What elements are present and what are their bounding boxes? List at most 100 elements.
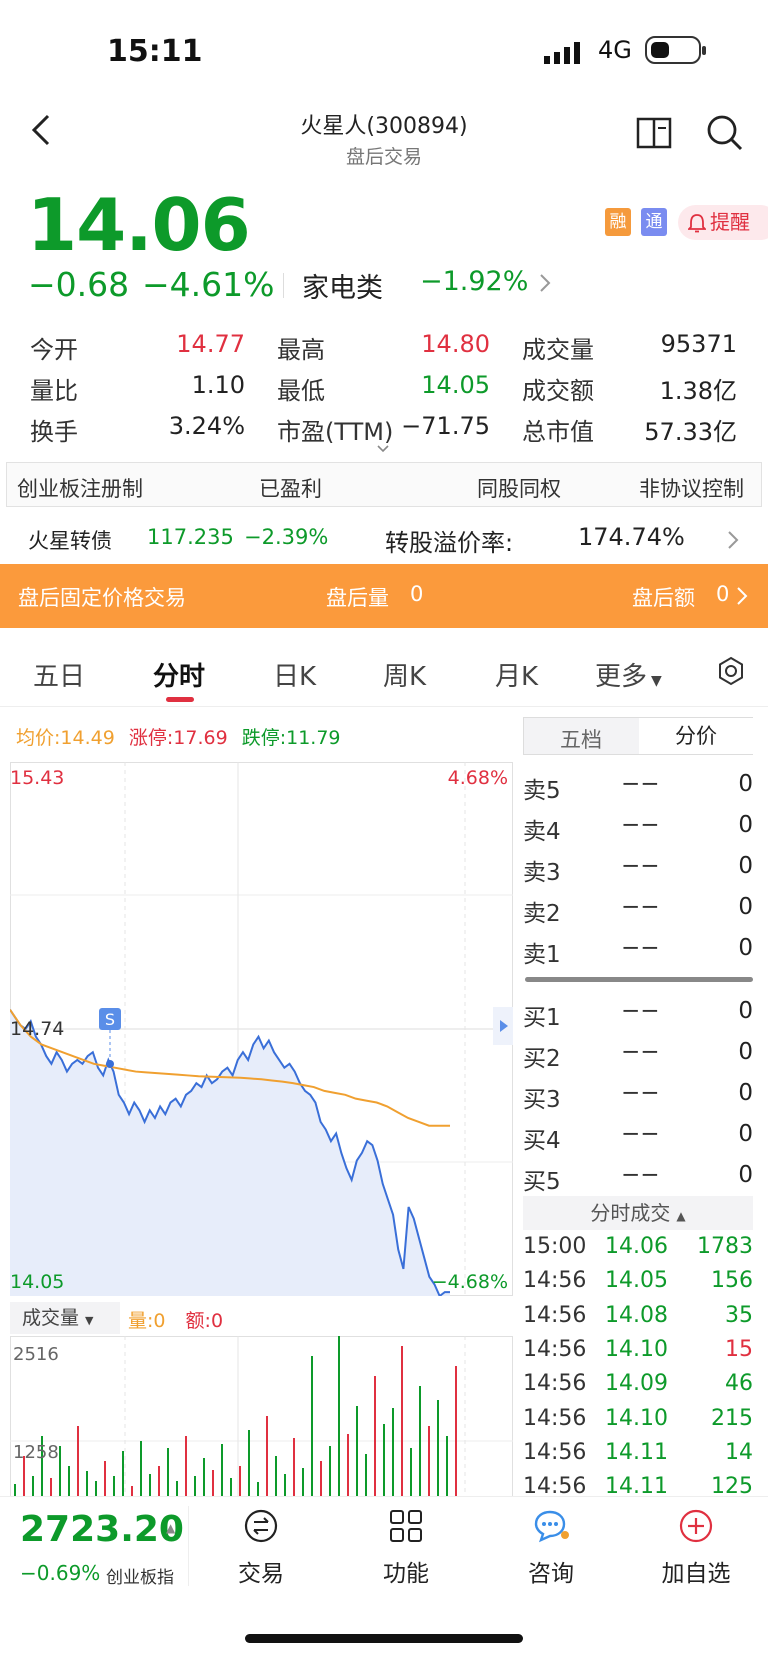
orderbook-label: 买3	[523, 1087, 561, 1113]
tab-daily-k[interactable]: 日K	[273, 656, 316, 693]
stat-label: 量比	[30, 377, 78, 405]
orderbook-row[interactable]: 买3 −− 0	[523, 1074, 753, 1115]
limit-down-value: 11.79	[286, 727, 341, 749]
chart-info: 均价:14.49 涨停:17.69 跌停:11.79	[16, 723, 341, 750]
volume-bar	[122, 1451, 124, 1496]
orderbook-row[interactable]: 卖5 −− 0	[523, 765, 753, 806]
orderbook-row[interactable]: 买1 −− 0	[523, 992, 753, 1033]
index-name: 创业板指	[106, 1568, 174, 1588]
volume-bar	[365, 1454, 367, 1496]
chevron-right-icon[interactable]	[538, 272, 552, 294]
volume-bar	[221, 1444, 223, 1496]
remind-button[interactable]: 提醒	[678, 205, 768, 240]
price-change: −0.68	[28, 265, 130, 304]
volume-bar	[113, 1476, 115, 1496]
volume-bar	[410, 1448, 412, 1496]
orderbook-row[interactable]: 卖3 −− 0	[523, 847, 753, 888]
tab-five-day[interactable]: 五日	[33, 656, 85, 693]
trade-vol: 46	[725, 1371, 753, 1397]
volume-bar	[320, 1461, 322, 1496]
orderbook-vol: 0	[738, 771, 753, 797]
tab-weekly-k[interactable]: 周K	[383, 656, 426, 693]
orderbook-price: −−	[621, 1080, 660, 1106]
index-widget[interactable]: 2723.20 ▲ −0.69% 创业板指	[0, 1497, 188, 1588]
nav-trade[interactable]: 交易	[211, 1508, 311, 1588]
volume-bar	[185, 1436, 187, 1496]
limit-down-label: 跌停:	[241, 727, 287, 749]
book-icon[interactable]	[636, 116, 672, 150]
settings-icon[interactable]	[716, 656, 746, 686]
trade-price: 14.05	[605, 1268, 668, 1294]
tag-item[interactable]: 创业板注册制	[17, 473, 143, 503]
nav-add-watchlist[interactable]: 加自选	[646, 1508, 746, 1588]
after-hours-banner[interactable]: 盘后固定价格交易 盘后量 0 盘后额 0	[0, 564, 768, 628]
tag-item[interactable]: 非协议控制	[639, 473, 744, 503]
volume-bar	[293, 1438, 295, 1496]
orderbook-toggle: 五档 分价	[523, 717, 753, 755]
after-hours-amt-label: 盘后额	[632, 586, 695, 610]
nav-functions[interactable]: 功能	[356, 1508, 456, 1588]
volume-bar	[14, 1484, 16, 1496]
intraday-price-chart[interactable]: 15.43 4.68% 14.74 14.05 −4.68% S	[10, 762, 513, 1296]
trade-time: 14:56	[523, 1405, 587, 1431]
tag-item[interactable]: 已盈利	[259, 473, 322, 503]
trades-title: 分时成交	[590, 1201, 671, 1225]
orderbook-label: 卖2	[523, 901, 561, 927]
chat-icon	[534, 1510, 569, 1543]
trade-price: 14.09	[605, 1371, 668, 1397]
trade-time: 14:56	[523, 1336, 587, 1362]
sector-name[interactable]: 家电类	[302, 266, 383, 305]
trade-row: 14:56 14.09 46	[523, 1369, 753, 1403]
trade-price: 14.10	[605, 1405, 668, 1431]
y-tick-mid-left: 14.74	[10, 1018, 64, 1040]
orderbook-label: 买5	[523, 1169, 561, 1195]
volume-bar	[131, 1486, 133, 1496]
vol-value: 0	[153, 1310, 166, 1332]
volume-bar	[230, 1478, 232, 1496]
tab-intraday[interactable]: 分时	[153, 656, 205, 693]
y-tick-bottom-right: −4.68%	[432, 1271, 508, 1293]
nav-consult[interactable]: 咨询	[501, 1508, 601, 1588]
tab-more[interactable]: 更多 ▼	[595, 656, 662, 693]
trade-time: 14:56	[523, 1302, 587, 1328]
orderbook-row[interactable]: 卖2 −− 0	[523, 888, 753, 929]
volume-selector[interactable]: 成交量 ▼	[10, 1302, 120, 1334]
volume-chart[interactable]: 2516 1258	[10, 1336, 513, 1496]
stat-label: 市盈(TTM)	[277, 418, 394, 446]
search-icon[interactable]	[706, 114, 744, 152]
trade-time: 14:56	[523, 1371, 587, 1397]
volume-bar	[257, 1482, 259, 1496]
volume-bar	[356, 1406, 358, 1496]
orderbook-vol: 0	[738, 1162, 753, 1188]
caret-down-icon: ▼	[651, 673, 662, 689]
orderbook-label: 买2	[523, 1046, 561, 1072]
tab-five-levels[interactable]: 五档	[524, 724, 638, 754]
amt-value: 0	[210, 1310, 224, 1332]
trade-vol: 215	[711, 1405, 753, 1431]
convertible-bond-row[interactable]: 火星转债 117.235 −2.39% 转股溢价率: 174.74%	[0, 515, 768, 560]
tag-item[interactable]: 同股同权	[477, 473, 561, 503]
volume-bar	[437, 1400, 439, 1496]
stat-value: 57.33亿	[644, 418, 737, 446]
trade-time: 15:00	[523, 1234, 587, 1259]
price-change-pct: −4.61%	[142, 265, 275, 304]
orderbook-vol: 0	[738, 1039, 753, 1065]
trades-header[interactable]: 分时成交 ▲	[523, 1196, 753, 1230]
expand-arrow-icon[interactable]	[493, 1007, 513, 1045]
volume-tick-max: 2516	[13, 1344, 59, 1365]
divider	[188, 1506, 189, 1586]
tab-monthly-k[interactable]: 月K	[495, 656, 538, 693]
premium-label: 转股溢价率:	[385, 529, 514, 557]
expand-icon[interactable]	[376, 444, 390, 454]
volume-selector-label: 成交量	[22, 1307, 80, 1329]
orderbook-row[interactable]: 卖4 −− 0	[523, 806, 753, 847]
trade-row: 14:56 14.08 35	[523, 1301, 753, 1335]
orderbook-row[interactable]: 买4 −− 0	[523, 1115, 753, 1156]
home-indicator[interactable]	[245, 1634, 523, 1643]
stat-label: 成交量	[522, 336, 594, 364]
orderbook-row[interactable]: 买2 −− 0	[523, 1033, 753, 1074]
tab-price-dist[interactable]: 分价	[639, 718, 753, 754]
sector-pct[interactable]: −1.92%	[420, 266, 528, 297]
orderbook-row[interactable]: 卖1 −− 0	[523, 929, 753, 970]
orderbook-row[interactable]: 买5 −− 0	[523, 1156, 753, 1197]
